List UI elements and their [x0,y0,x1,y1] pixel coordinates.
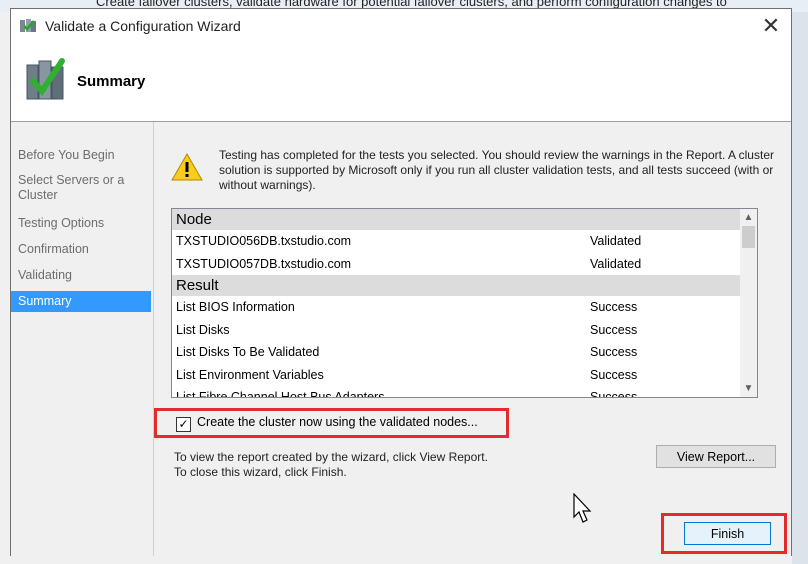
results-grid: Node TXSTUDIO056DB.txstudio.com Validated… [171,208,758,398]
warning-icon [171,152,203,181]
nav-item-testing-options[interactable]: Testing Options [11,216,151,231]
node-group-header: Node [172,209,752,230]
nav-item-summary[interactable]: Summary [11,291,151,312]
background-right-strip [792,12,808,564]
table-row[interactable]: List Disks Success [172,319,752,342]
cluster-app-icon [20,19,36,32]
nav-item-confirmation[interactable]: Confirmation [11,242,151,257]
instructions-line-1: To view the report created by the wizard… [174,450,488,464]
validation-checkmark-icon [26,58,65,100]
table-row[interactable]: List Fibre Channel Host Bus Adapters Succ… [172,386,752,397]
wizard-header: Summary [11,43,791,121]
nav-item-select-servers[interactable]: Select Servers or a Cluster [11,173,151,203]
instructions-line-2: To close this wizard, click Finish. [174,465,347,479]
nav-item-validating[interactable]: Validating [11,268,151,283]
wizard-steps-nav: Before You Begin Select Servers or a Clu… [11,122,153,556]
mouse-cursor-icon [573,493,592,523]
table-row[interactable]: List Environment Variables Success [172,364,752,387]
instructions-text: To view the report created by the wizard… [174,450,488,480]
scroll-down-icon[interactable]: ▼ [740,380,757,397]
table-row[interactable]: TXSTUDIO056DB.txstudio.com Validated [172,230,752,253]
page-title: Summary [77,73,146,90]
finish-button[interactable]: Finish [684,522,771,545]
scroll-thumb[interactable] [742,226,755,248]
create-cluster-label: Create the cluster now using the validat… [197,415,478,429]
create-cluster-checkbox[interactable]: ✓ [176,417,191,432]
table-row[interactable]: List Disks To Be Validated Success [172,341,752,364]
table-row[interactable]: TXSTUDIO057DB.txstudio.com Validated [172,253,752,276]
window-title: Validate a Configuration Wizard [45,18,241,34]
warning-message: Testing has completed for the tests you … [219,148,774,192]
vertical-scrollbar[interactable]: ▲ ▼ [740,209,757,397]
nav-item-before-you-begin[interactable]: Before You Begin [11,148,151,163]
result-group-header: Result [172,275,752,296]
close-icon[interactable]: ✕ [751,9,791,43]
wizard-window: Validate a Configuration Wizard ✕ Summar… [10,8,792,556]
title-bar: Validate a Configuration Wizard ✕ [11,9,791,43]
scroll-up-icon[interactable]: ▲ [740,209,757,226]
table-row[interactable]: List BIOS Information Success [172,296,752,319]
create-cluster-checkbox-row[interactable]: ✓ Create the cluster now using the valida… [176,414,478,432]
summary-panel: Testing has completed for the tests you … [153,122,791,556]
view-report-button[interactable]: View Report... [656,445,776,468]
